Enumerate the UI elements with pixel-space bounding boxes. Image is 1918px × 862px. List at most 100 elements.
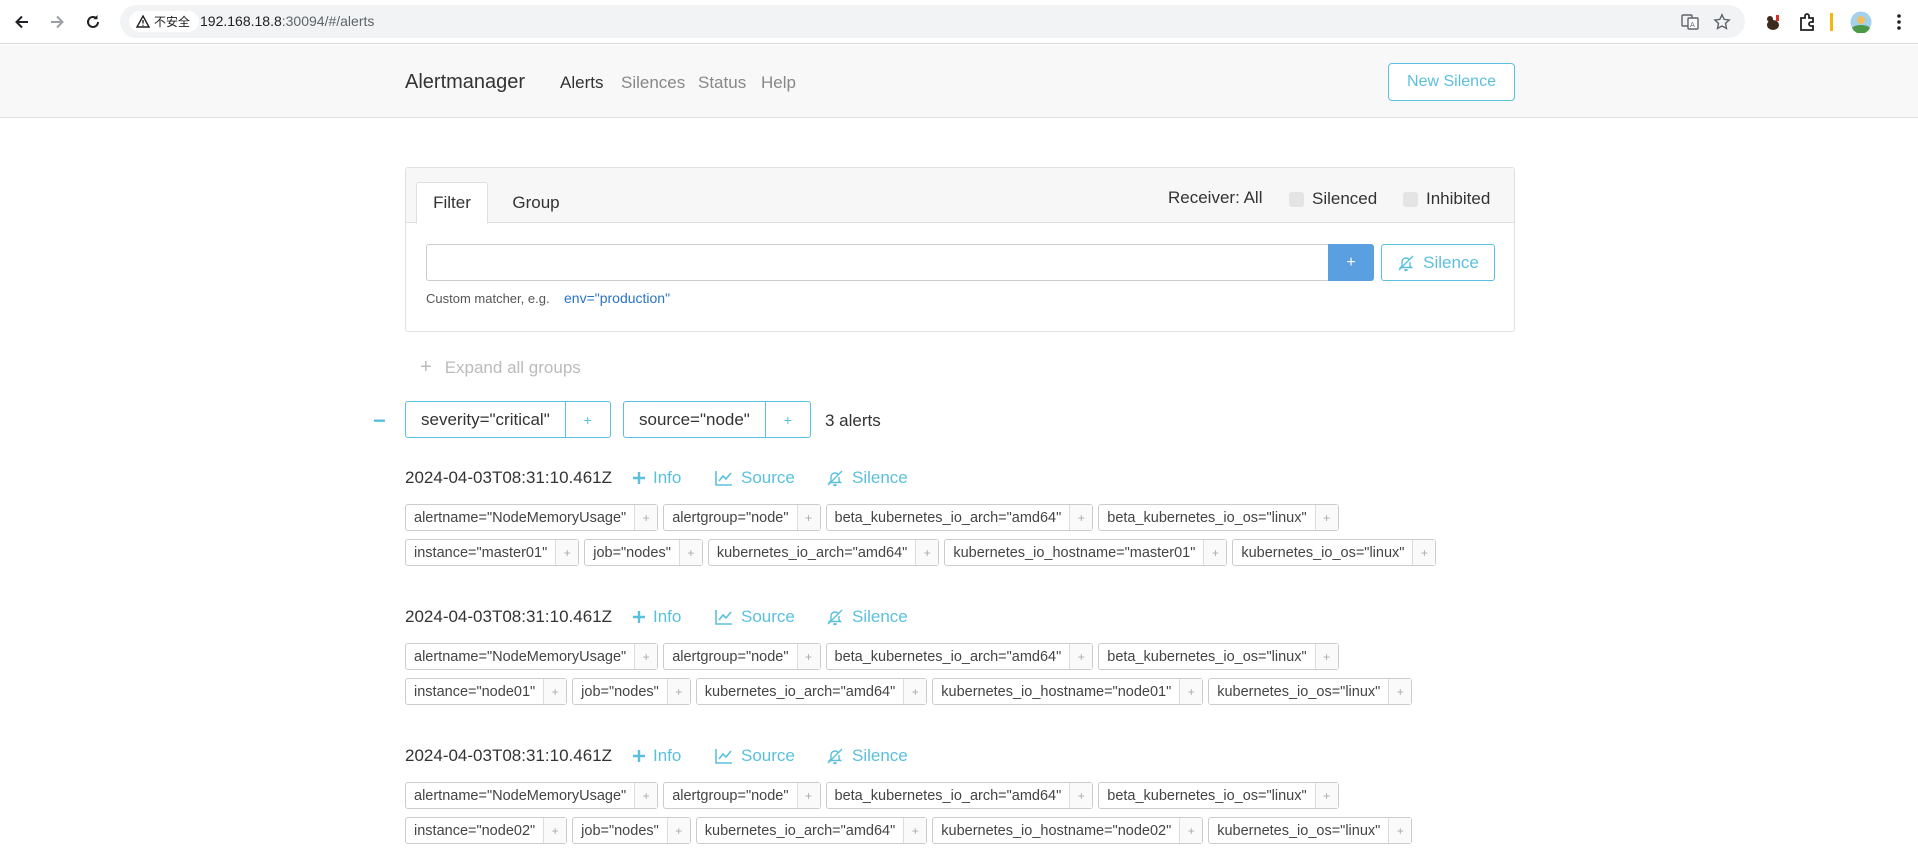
inhibited-checkbox[interactable]: Inhibited [1403, 189, 1490, 209]
security-indicator[interactable]: 不安全 [129, 11, 200, 32]
group-label-source[interactable]: source="node" + [623, 401, 811, 438]
label-text[interactable]: beta_kubernetes_io_arch="amd64" [827, 644, 1071, 669]
label-chip[interactable]: kubernetes_io_os="linux" + [1208, 678, 1413, 705]
info-button[interactable]: Info [633, 607, 681, 627]
label-chip[interactable]: instance="node01" + [405, 678, 568, 705]
add-label-filter[interactable]: + [1180, 818, 1203, 843]
label-chip[interactable]: alertgroup="node" + [663, 504, 821, 531]
label-text[interactable]: beta_kubernetes_io_arch="amd64" [827, 505, 1071, 530]
label-text[interactable]: kubernetes_io_arch="amd64" [697, 818, 905, 843]
source-button[interactable]: Source [715, 607, 795, 627]
label-chip[interactable]: beta_kubernetes_io_os="linux" + [1098, 504, 1339, 531]
label-text[interactable]: alertgroup="node" [664, 644, 798, 669]
label-chip[interactable]: kubernetes_io_os="linux" + [1208, 817, 1413, 844]
bookmark-star-icon[interactable] [1713, 13, 1731, 31]
label-text[interactable]: instance="node02" [406, 818, 545, 843]
add-label-filter[interactable]: + [797, 644, 820, 669]
silence-filter-button[interactable]: Silence [1381, 244, 1495, 281]
label-text[interactable]: kubernetes_io_arch="amd64" [697, 679, 905, 704]
label-text[interactable]: job="nodes" [573, 818, 668, 843]
address-bar[interactable]: 不安全 192.168.18.8:30094/#/alerts A [120, 5, 1745, 38]
extension-cat-icon[interactable] [1762, 11, 1784, 33]
source-button[interactable]: Source [715, 746, 795, 766]
label-chip[interactable]: alertname="NodeMemoryUsage" + [405, 643, 659, 670]
label-chip[interactable]: instance="master01" + [405, 539, 580, 566]
label-text[interactable]: kubernetes_io_arch="amd64" [709, 540, 917, 565]
label-text[interactable]: instance="master01" [406, 540, 557, 565]
nav-silences[interactable]: Silences [621, 73, 685, 93]
label-chip[interactable]: kubernetes_io_arch="amd64" + [695, 678, 928, 705]
label-text[interactable]: beta_kubernetes_io_os="linux" [1099, 644, 1316, 669]
label-chip[interactable]: kubernetes_io_os="linux" + [1232, 539, 1437, 566]
alert-silence-button[interactable]: Silence [826, 468, 908, 488]
add-label-filter[interactable]: + [1180, 679, 1203, 704]
label-chip[interactable]: instance="node02" + [405, 817, 568, 844]
add-label-filter[interactable]: + [1389, 679, 1412, 704]
tab-filter[interactable]: Filter [416, 182, 488, 224]
matcher-example-link[interactable]: env="production" [564, 290, 670, 306]
add-label-filter[interactable]: + [544, 818, 567, 843]
matcher-input[interactable] [426, 244, 1328, 281]
add-label-filter[interactable]: + [679, 540, 702, 565]
add-label-filter[interactable]: + [1413, 540, 1436, 565]
label-chip[interactable]: alertgroup="node" + [663, 782, 821, 809]
new-silence-button[interactable]: New Silence [1388, 63, 1515, 101]
checkbox-box[interactable] [1403, 191, 1418, 207]
add-label-filter[interactable]: + [1315, 505, 1338, 530]
nav-status[interactable]: Status [698, 73, 746, 93]
add-label-filter[interactable]: + [635, 644, 658, 669]
checkbox-box[interactable] [1289, 191, 1304, 207]
add-filter-button[interactable]: + [566, 402, 610, 437]
label-chip[interactable]: alertname="NodeMemoryUsage" + [405, 782, 659, 809]
label-chip[interactable]: job="nodes" + [584, 539, 703, 566]
label-chip[interactable]: kubernetes_io_arch="amd64" + [707, 539, 940, 566]
add-label-filter[interactable]: + [797, 505, 820, 530]
add-label-filter[interactable]: + [797, 783, 820, 808]
label-text[interactable]: alertname="NodeMemoryUsage" [406, 783, 636, 808]
group-label-text[interactable]: source="node" [624, 402, 766, 437]
add-filter-button[interactable]: + [766, 402, 810, 437]
brand-title[interactable]: Alertmanager [405, 71, 525, 94]
add-matcher-button[interactable]: + [1328, 244, 1374, 281]
label-text[interactable]: job="nodes" [585, 540, 680, 565]
label-text[interactable]: instance="node01" [406, 679, 545, 704]
add-label-filter[interactable]: + [1315, 644, 1338, 669]
extensions-puzzle-icon[interactable] [1797, 11, 1819, 33]
label-chip[interactable]: kubernetes_io_arch="amd64" + [695, 817, 928, 844]
add-label-filter[interactable]: + [904, 679, 927, 704]
add-label-filter[interactable]: + [635, 505, 658, 530]
group-label-severity[interactable]: severity="critical" + [405, 401, 611, 438]
label-text[interactable]: kubernetes_io_hostname="master01" [945, 540, 1205, 565]
label-chip[interactable]: beta_kubernetes_io_os="linux" + [1098, 643, 1339, 670]
add-label-filter[interactable]: + [1389, 818, 1412, 843]
label-chip[interactable]: beta_kubernetes_io_os="linux" + [1098, 782, 1339, 809]
translate-icon[interactable]: A [1681, 13, 1699, 31]
label-text[interactable]: alertname="NodeMemoryUsage" [406, 644, 636, 669]
label-text[interactable]: beta_kubernetes_io_os="linux" [1099, 505, 1316, 530]
reload-icon[interactable] [80, 9, 106, 35]
add-label-filter[interactable]: + [904, 818, 927, 843]
add-label-filter[interactable]: + [556, 540, 579, 565]
alert-silence-button[interactable]: Silence [826, 607, 908, 627]
label-chip[interactable]: alertname="NodeMemoryUsage" + [405, 504, 659, 531]
add-label-filter[interactable]: + [1204, 540, 1227, 565]
add-label-filter[interactable]: + [635, 783, 658, 808]
label-chip[interactable]: job="nodes" + [572, 817, 691, 844]
add-label-filter[interactable]: + [916, 540, 939, 565]
add-label-filter[interactable]: + [1070, 644, 1093, 669]
expand-all-groups-button[interactable]: + Expand all groups [420, 356, 581, 379]
url-text[interactable]: 192.168.18.8:30094/#/alerts [200, 13, 374, 29]
label-text[interactable]: beta_kubernetes_io_arch="amd64" [827, 783, 1071, 808]
label-text[interactable]: alertname="NodeMemoryUsage" [406, 505, 636, 530]
info-button[interactable]: Info [633, 746, 681, 766]
collapse-group-button[interactable]: − [373, 408, 386, 434]
add-label-filter[interactable]: + [1315, 783, 1338, 808]
label-chip[interactable]: beta_kubernetes_io_arch="amd64" + [825, 643, 1094, 670]
label-chip[interactable]: job="nodes" + [572, 678, 691, 705]
group-label-text[interactable]: severity="critical" [406, 402, 566, 437]
label-text[interactable]: kubernetes_io_os="linux" [1209, 679, 1390, 704]
tab-group[interactable]: Group [494, 182, 578, 223]
label-text[interactable]: kubernetes_io_hostname="node02" [933, 818, 1181, 843]
info-button[interactable]: Info [633, 468, 681, 488]
nav-alerts[interactable]: Alerts [560, 73, 603, 93]
